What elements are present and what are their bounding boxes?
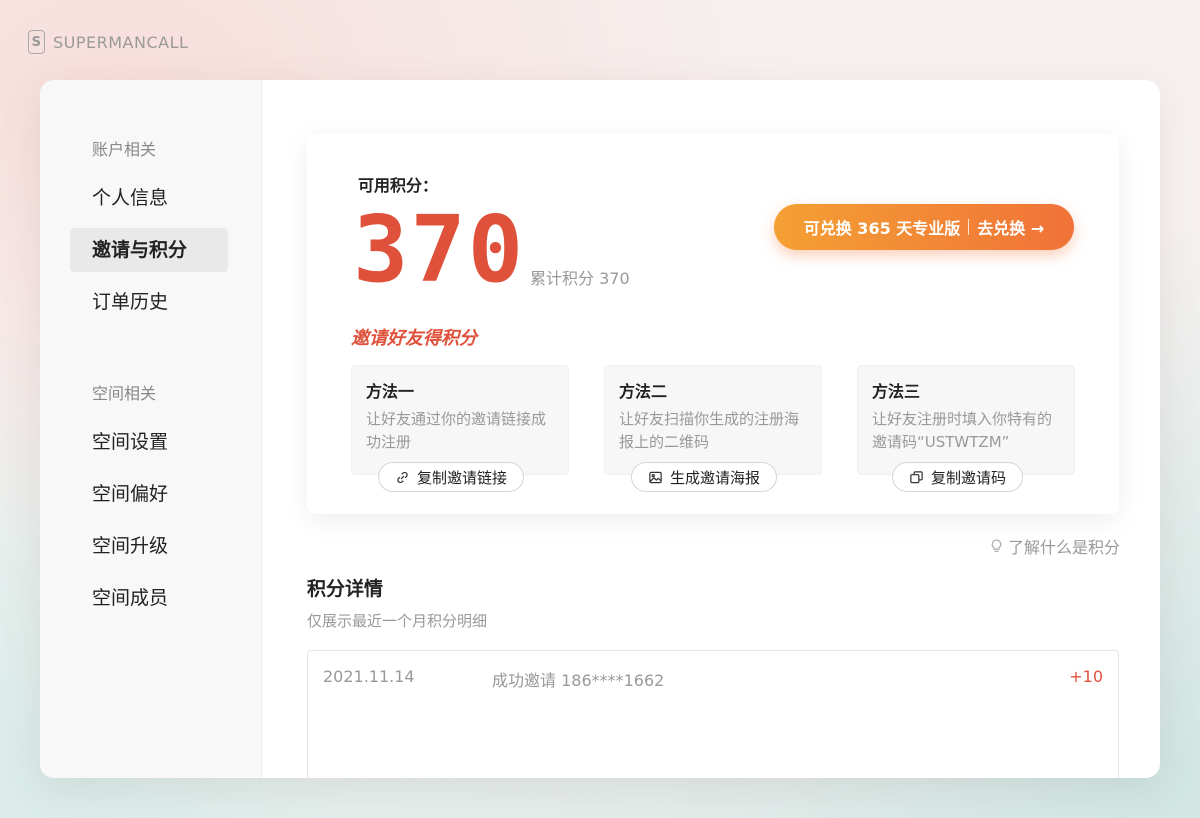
redeem-button-action: 去兑换 → [977,219,1045,238]
record-date: 2021.11.14 [323,667,415,686]
sidebar-item-space-members[interactable]: 空间成员 [70,576,228,620]
learn-points-label: 了解什么是积分 [1007,538,1120,557]
generate-poster-label: 生成邀请海报 [670,468,761,487]
available-points-value: 370 [353,196,526,303]
method-card-code: 方法三 让好友注册时填入你特有的邀请码“USTWTZM” 复制邀请码 [857,365,1075,492]
sidebar-item-space-upgrade[interactable]: 空间升级 [70,524,228,568]
method-title: 方法三 [872,382,921,401]
brand: S SUPERMANCALL [28,30,188,54]
total-points-label: 累计积分 370 [530,269,630,288]
copy-invite-link-label: 复制邀请链接 [417,468,508,487]
list-item: 2021.11.14 成功邀请 186****1662 +10 [308,651,1118,701]
sidebar: 账户相关 个人信息 邀请与积分 订单历史 空间相关 空间设置 空间偏好 空间升级… [40,80,262,778]
method-description: 让好友通过你的邀请链接成功注册 [366,410,547,451]
sidebar-item-invite-points[interactable]: 邀请与积分 [70,228,228,272]
points-detail-title: 积分详情 [307,578,384,600]
points-card: 可用积分： 370 累计积分 370 可兑换 365 天专业版 去兑换 → 邀请… [307,134,1119,514]
copy-invite-code-label: 复制邀请码 [931,468,1007,487]
copy-invite-link-button[interactable]: 复制邀请链接 [378,462,525,492]
generate-poster-button[interactable]: 生成邀请海报 [631,462,778,492]
method-title: 方法二 [619,382,668,401]
sidebar-group-title-account: 账户相关 [92,140,157,159]
sidebar-item-order-history[interactable]: 订单历史 [70,280,228,324]
copy-invite-code-button[interactable]: 复制邀请码 [892,462,1024,492]
copy-icon [910,470,923,483]
redeem-button-offer: 可兑换 365 天专业版 [803,219,961,238]
settings-window: 账户相关 个人信息 邀请与积分 订单历史 空间相关 空间设置 空间偏好 空间升级… [40,80,1160,778]
sidebar-item-space-preferences[interactable]: 空间偏好 [70,472,228,516]
redeem-button[interactable]: 可兑换 365 天专业版 去兑换 → [774,204,1074,250]
learn-points-link[interactable]: 了解什么是积分 [989,534,1120,558]
sidebar-item-space-settings[interactable]: 空间设置 [70,420,228,464]
points-detail-subtitle: 仅展示最近一个月积分明细 [307,612,488,630]
points-detail-list: 2021.11.14 成功邀请 186****1662 +10 [307,650,1119,778]
link-icon [397,471,408,483]
brand-logo-icon: S [28,30,45,54]
method-title: 方法一 [366,382,415,401]
method-description: 让好友扫描你生成的注册海报上的二维码 [619,410,800,451]
redeem-button-divider [968,219,970,235]
record-points-delta: +10 [1069,667,1103,686]
record-description: 成功邀请 186****1662 [492,671,665,690]
main-content: 可用积分： 370 累计积分 370 可兑换 365 天专业版 去兑换 → 邀请… [262,80,1160,778]
lightbulb-icon [991,539,1002,553]
sidebar-item-profile[interactable]: 个人信息 [70,176,228,220]
invite-section-title: 邀请好友得积分 [351,328,477,349]
available-points-label: 可用积分： [358,176,439,195]
brand-name: SUPERMANCALL [53,32,189,52]
method-card-link: 方法一 让好友通过你的邀请链接成功注册 复制邀请链接 [351,365,569,492]
method-description: 让好友注册时填入你特有的邀请码“USTWTZM” [872,410,1053,451]
sidebar-group-title-space: 空间相关 [92,384,157,403]
image-icon [649,471,662,483]
method-card-poster: 方法二 让好友扫描你生成的注册海报上的二维码 生成邀请海报 [604,365,822,492]
